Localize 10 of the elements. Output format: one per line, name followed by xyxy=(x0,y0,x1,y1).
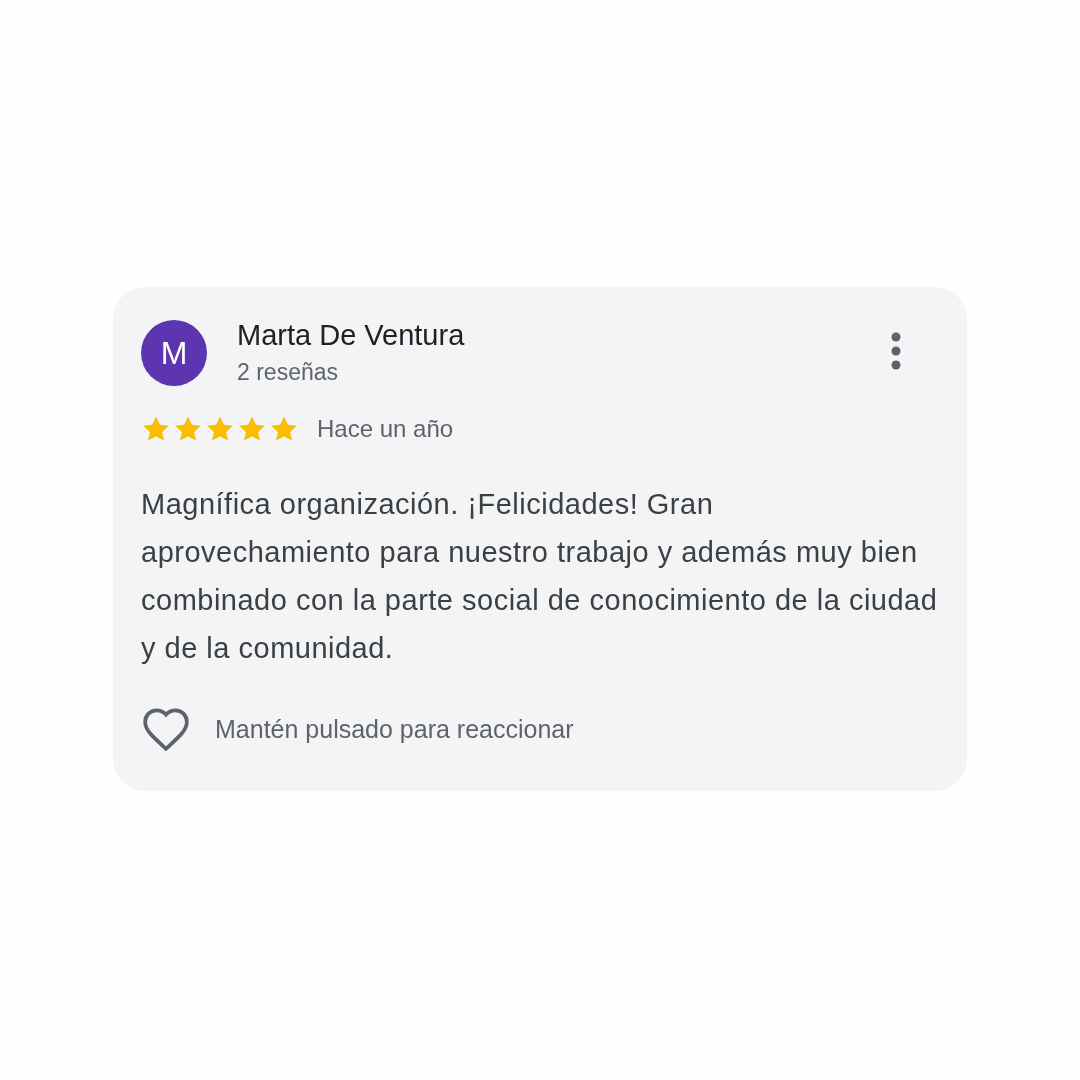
react-button[interactable] xyxy=(141,706,191,752)
more-options-button[interactable] xyxy=(891,332,901,370)
review-text: Magnífica organización. ¡Felicidades! Gran aprovechamiento para nuestro trabajo y además muy bien combinado con la parte social de conocimiento de la ciudad y de la comunidad. xyxy=(141,487,939,666)
more-vertical-icon xyxy=(891,332,901,370)
heart-icon xyxy=(141,706,191,752)
avatar: M xyxy=(141,320,207,386)
author-name: Marta De Ventura xyxy=(237,318,466,353)
reaction-hint: Mantén pulsado para reaccionar xyxy=(215,714,574,744)
review-time: Hace un año xyxy=(317,415,454,443)
review-count: 2 reseñas xyxy=(237,359,339,386)
